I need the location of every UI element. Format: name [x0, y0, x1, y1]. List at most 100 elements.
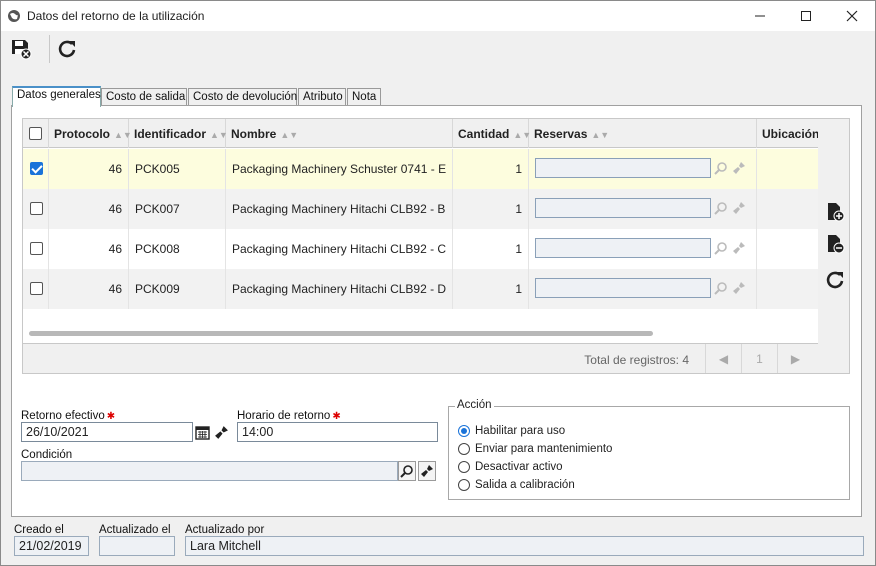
search-icon[interactable] [713, 160, 729, 176]
select-all-checkbox[interactable] [29, 127, 42, 140]
refresh-button[interactable] [55, 37, 79, 61]
tab-costo-salida[interactable]: Costo de salida [101, 88, 187, 106]
clear-brush-icon [421, 465, 433, 477]
actualizado-label: Actualizado el [99, 524, 171, 536]
app-globe-icon [8, 10, 20, 22]
row-checkbox[interactable] [30, 282, 43, 295]
header-reservas[interactable]: Reservas ▲▼ [529, 119, 757, 148]
items-grid: Protocolo ▲▼ Identificador ▲▼ Nombre ▲▼ Can… [22, 118, 850, 374]
save-close-button[interactable] [9, 37, 33, 61]
minimize-icon [755, 15, 765, 17]
remove-item-button[interactable] [824, 233, 846, 255]
cell-protocolo: 46 [49, 189, 129, 229]
radio-mantenimiento-label[interactable]: Enviar para mantenimiento [475, 443, 612, 455]
row-checkbox[interactable] [30, 162, 43, 175]
horario-time-input[interactable]: 14:00 [237, 422, 438, 442]
radio-mantenimiento[interactable] [458, 443, 470, 455]
sort-icon: ▲▼ [280, 130, 299, 140]
retorno-label-text: Retorno efectivo [21, 410, 105, 422]
minimize-button[interactable] [737, 1, 783, 31]
radio-habilitar[interactable] [458, 425, 470, 437]
toolbar [1, 31, 875, 66]
reservas-input[interactable] [535, 278, 711, 298]
condicion-label: Condición [21, 449, 73, 461]
header-cantidad[interactable]: Cantidad ▲▼ [453, 119, 531, 148]
grid-refresh-button[interactable] [824, 269, 846, 291]
retorno-clear-button[interactable] [212, 422, 230, 442]
document-remove-icon [828, 235, 845, 254]
search-icon[interactable] [713, 280, 729, 296]
clear-brush-icon[interactable] [731, 240, 747, 256]
required-icon: ✱ [106, 411, 116, 422]
grid-header: Protocolo ▲▼ Identificador ▲▼ Nombre ▲▼ Can… [23, 119, 819, 148]
radio-calibracion[interactable] [458, 479, 470, 491]
radio-habilitar-label[interactable]: Habilitar para uso [475, 425, 565, 437]
cell-identificador: PCK009 [129, 269, 226, 309]
search-icon[interactable] [713, 240, 729, 256]
cell-nombre: Packaging Machinery Hitachi CLB92 - B [226, 189, 453, 229]
sort-icon: ▲▼ [591, 130, 610, 140]
total-records: Total de registros: 4 [584, 353, 689, 367]
table-row[interactable]: 46 PCK005 Packaging Machinery Schuster 0… [23, 149, 819, 189]
header-reservas-label: Reservas [534, 127, 588, 141]
add-item-button[interactable] [824, 201, 846, 223]
calendar-button[interactable] [193, 422, 211, 442]
horizontal-scrollbar[interactable] [29, 331, 653, 336]
radio-desactivar[interactable] [458, 461, 470, 473]
grid-side-toolbar [818, 118, 850, 374]
tab-datos-generales[interactable]: Datos generales [12, 86, 101, 107]
refresh-icon [58, 40, 76, 58]
retorno-label: Retorno efectivo ✱ [21, 410, 115, 422]
condicion-clear-button[interactable] [418, 461, 436, 481]
calendar-icon [194, 425, 210, 440]
creado-label: Creado el [14, 524, 64, 536]
header-nombre[interactable]: Nombre ▲▼ [226, 119, 453, 148]
cell-nombre: Packaging Machinery Hitachi CLB92 - D [226, 269, 453, 309]
search-icon[interactable] [713, 200, 729, 216]
row-checkbox[interactable] [30, 202, 43, 215]
dialog-window: Datos del retorno de la utilización Dato… [0, 0, 876, 566]
cell-ubicacion [757, 269, 819, 309]
actualizado-por-value: Lara Mitchell [185, 536, 864, 556]
retorno-date-input[interactable]: 26/10/2021 [21, 422, 193, 442]
window-title: Datos del retorno de la utilización [27, 9, 205, 23]
radio-calibracion-label[interactable]: Salida a calibración [475, 479, 575, 491]
table-row[interactable]: 46 PCK007 Packaging Machinery Hitachi CL… [23, 189, 819, 229]
close-button[interactable] [829, 1, 875, 31]
search-icon [400, 465, 413, 478]
reservas-input[interactable] [535, 198, 711, 218]
cell-identificador: PCK005 [129, 149, 226, 189]
cell-identificador: PCK008 [129, 229, 226, 269]
tab-nota[interactable]: Nota [347, 88, 381, 106]
table-row[interactable]: 46 PCK008 Packaging Machinery Hitachi CL… [23, 229, 819, 269]
cell-identificador: PCK007 [129, 189, 226, 229]
document-add-icon [828, 203, 845, 222]
cell-nombre: Packaging Machinery Schuster 0741 - E [226, 149, 453, 189]
header-identificador-label: Identificador [134, 127, 207, 141]
tab-atributo[interactable]: Atributo [298, 88, 346, 106]
header-identificador[interactable]: Identificador ▲▼ [129, 119, 228, 148]
clear-brush-icon[interactable] [731, 200, 747, 216]
reservas-input[interactable] [535, 158, 711, 178]
header-protocolo[interactable]: Protocolo ▲▼ [49, 119, 132, 148]
cell-reservas [529, 189, 757, 229]
refresh-icon [826, 271, 844, 289]
table-row[interactable]: 46 PCK009 Packaging Machinery Hitachi CL… [23, 269, 819, 309]
condicion-search-button[interactable] [398, 461, 416, 481]
clear-brush-icon[interactable] [731, 280, 747, 296]
next-page-button[interactable]: ▶ [777, 344, 813, 373]
header-ubicacion[interactable]: Ubicación [757, 119, 827, 148]
accion-title: Acción [455, 399, 494, 411]
reservas-input[interactable] [535, 238, 711, 258]
prev-page-button[interactable]: ◀ [705, 344, 741, 373]
clear-brush-icon[interactable] [731, 160, 747, 176]
cell-protocolo: 46 [49, 149, 129, 189]
title-bar: Datos del retorno de la utilización [1, 1, 875, 31]
maximize-button[interactable] [783, 1, 829, 31]
tab-costo-devolucion[interactable]: Costo de devolución [188, 88, 297, 106]
row-checkbox[interactable] [30, 242, 43, 255]
condicion-input[interactable] [21, 461, 398, 481]
radio-desactivar-label[interactable]: Desactivar activo [475, 461, 563, 473]
save-close-icon [12, 40, 32, 60]
cell-reservas [529, 269, 757, 309]
